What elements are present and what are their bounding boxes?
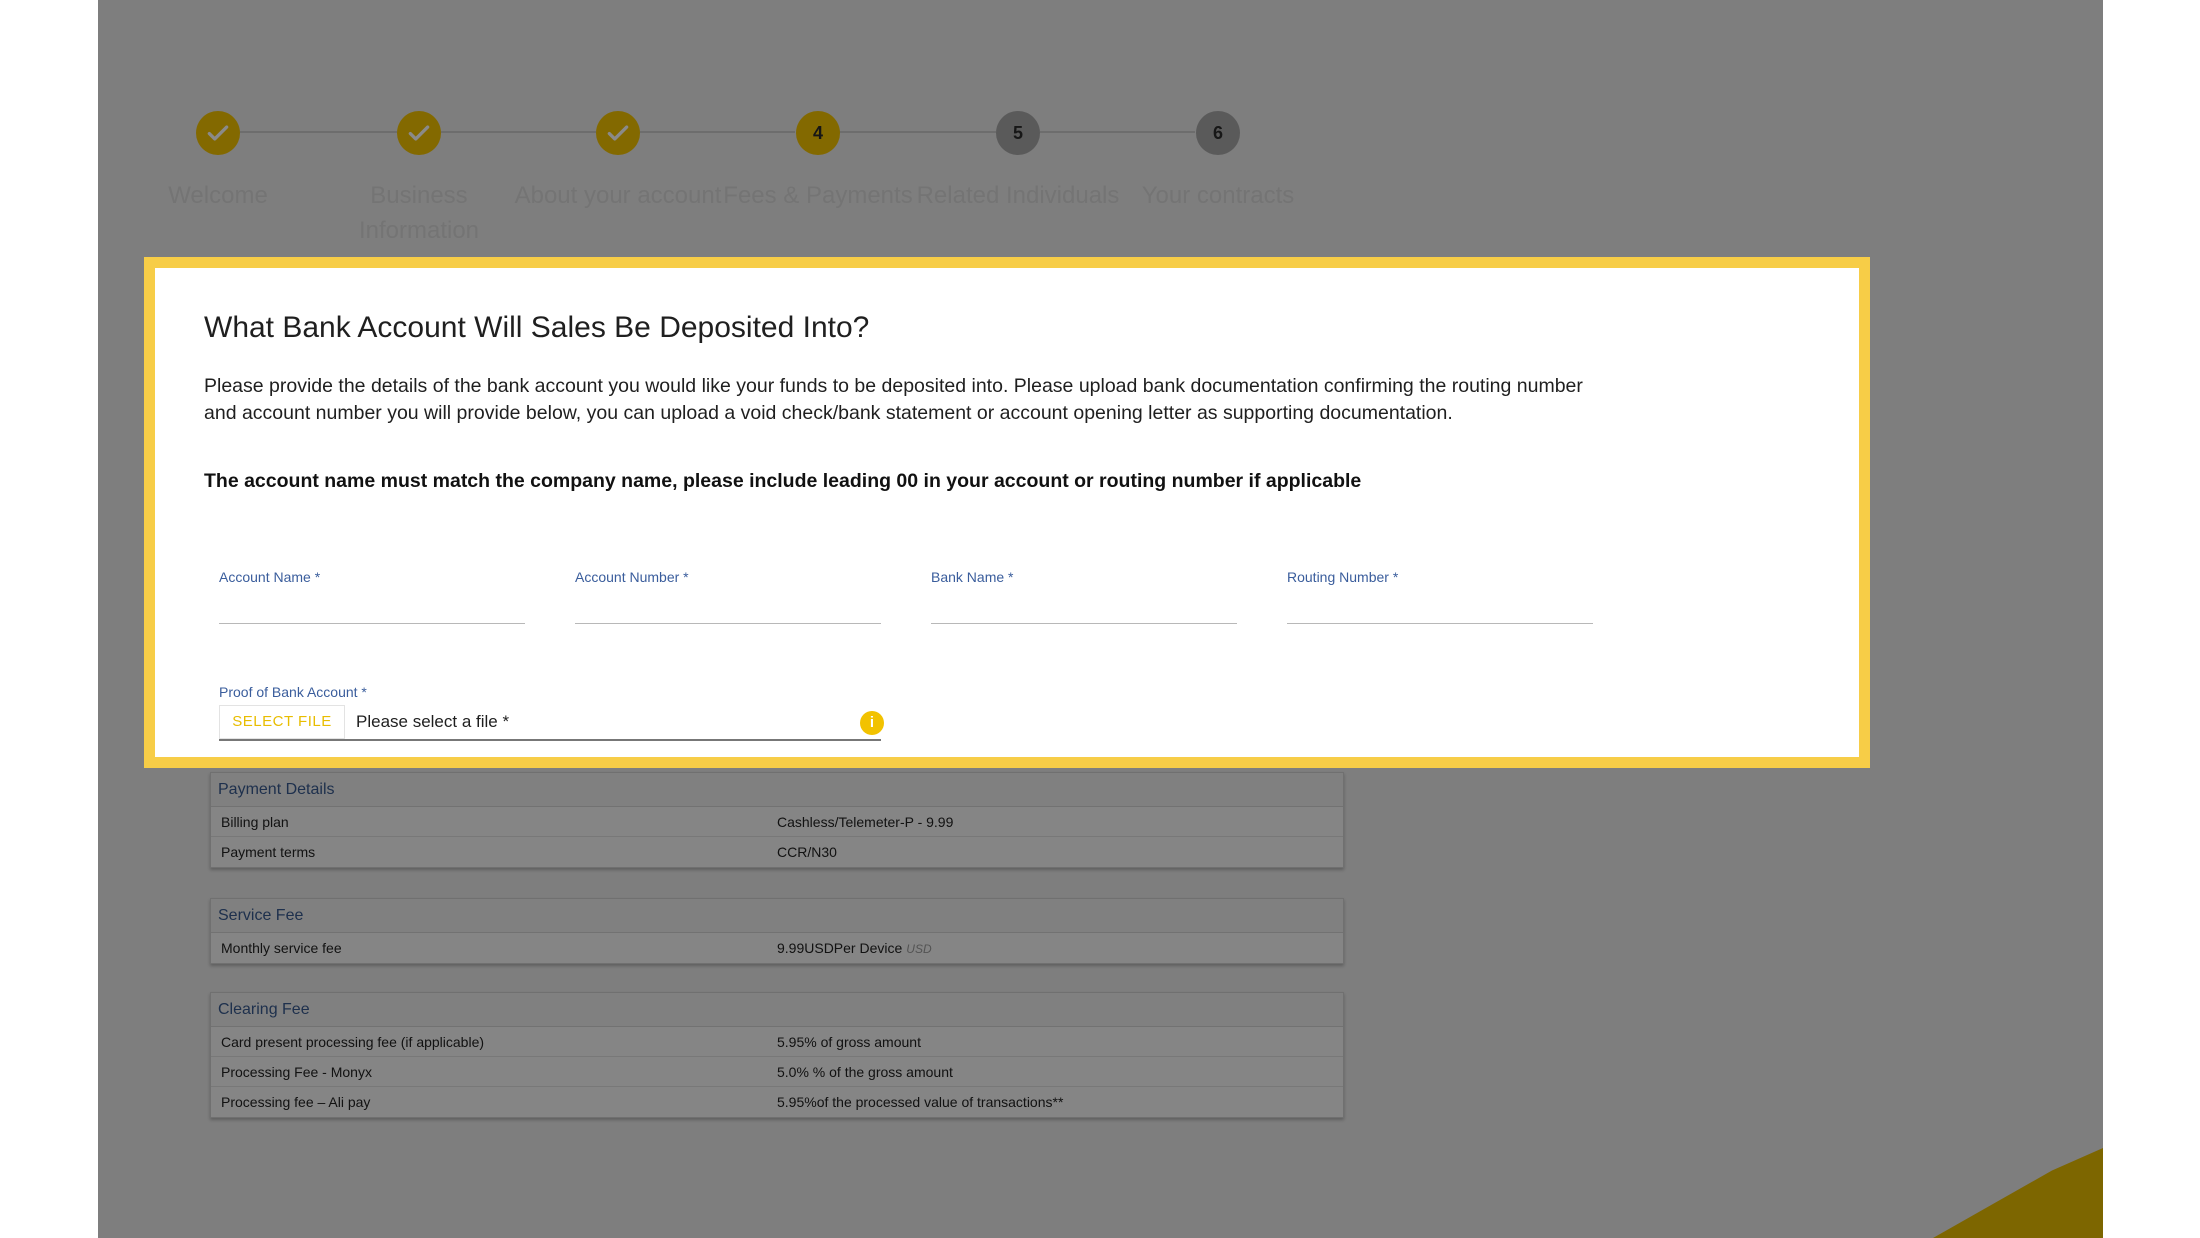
panel-description: Please provide the details of the bank a… [204,375,1583,424]
field-label: Account Name * [219,569,321,585]
field-label: Routing Number * [1287,569,1399,585]
routing-number-field[interactable]: Routing Number * [1287,569,1593,624]
file-placeholder: Please select a file * [356,712,510,731]
proof-of-bank-account-label: Proof of Bank Account * [219,684,367,700]
bank-account-panel: What Bank Account Will Sales Be Deposite… [144,257,1870,768]
account-name-field[interactable]: Account Name * [219,569,525,624]
select-file-button[interactable]: SELECT FILE [219,705,345,739]
info-icon[interactable]: i [860,711,884,735]
field-label: Account Number * [575,569,689,585]
field-underline[interactable] [575,623,881,624]
field-underline[interactable] [1287,623,1593,624]
proof-of-bank-account-upload[interactable]: SELECT FILE Please select a file * i [219,705,884,741]
field-underline[interactable] [931,623,1237,624]
panel-note: The account name must match the company … [204,470,1362,492]
panel-title: What Bank Account Will Sales Be Deposite… [204,311,870,344]
bank-name-field[interactable]: Bank Name * [931,569,1237,624]
account-number-field[interactable]: Account Number * [575,569,881,624]
field-underline[interactable] [219,623,525,624]
field-label: Bank Name * [931,569,1014,585]
